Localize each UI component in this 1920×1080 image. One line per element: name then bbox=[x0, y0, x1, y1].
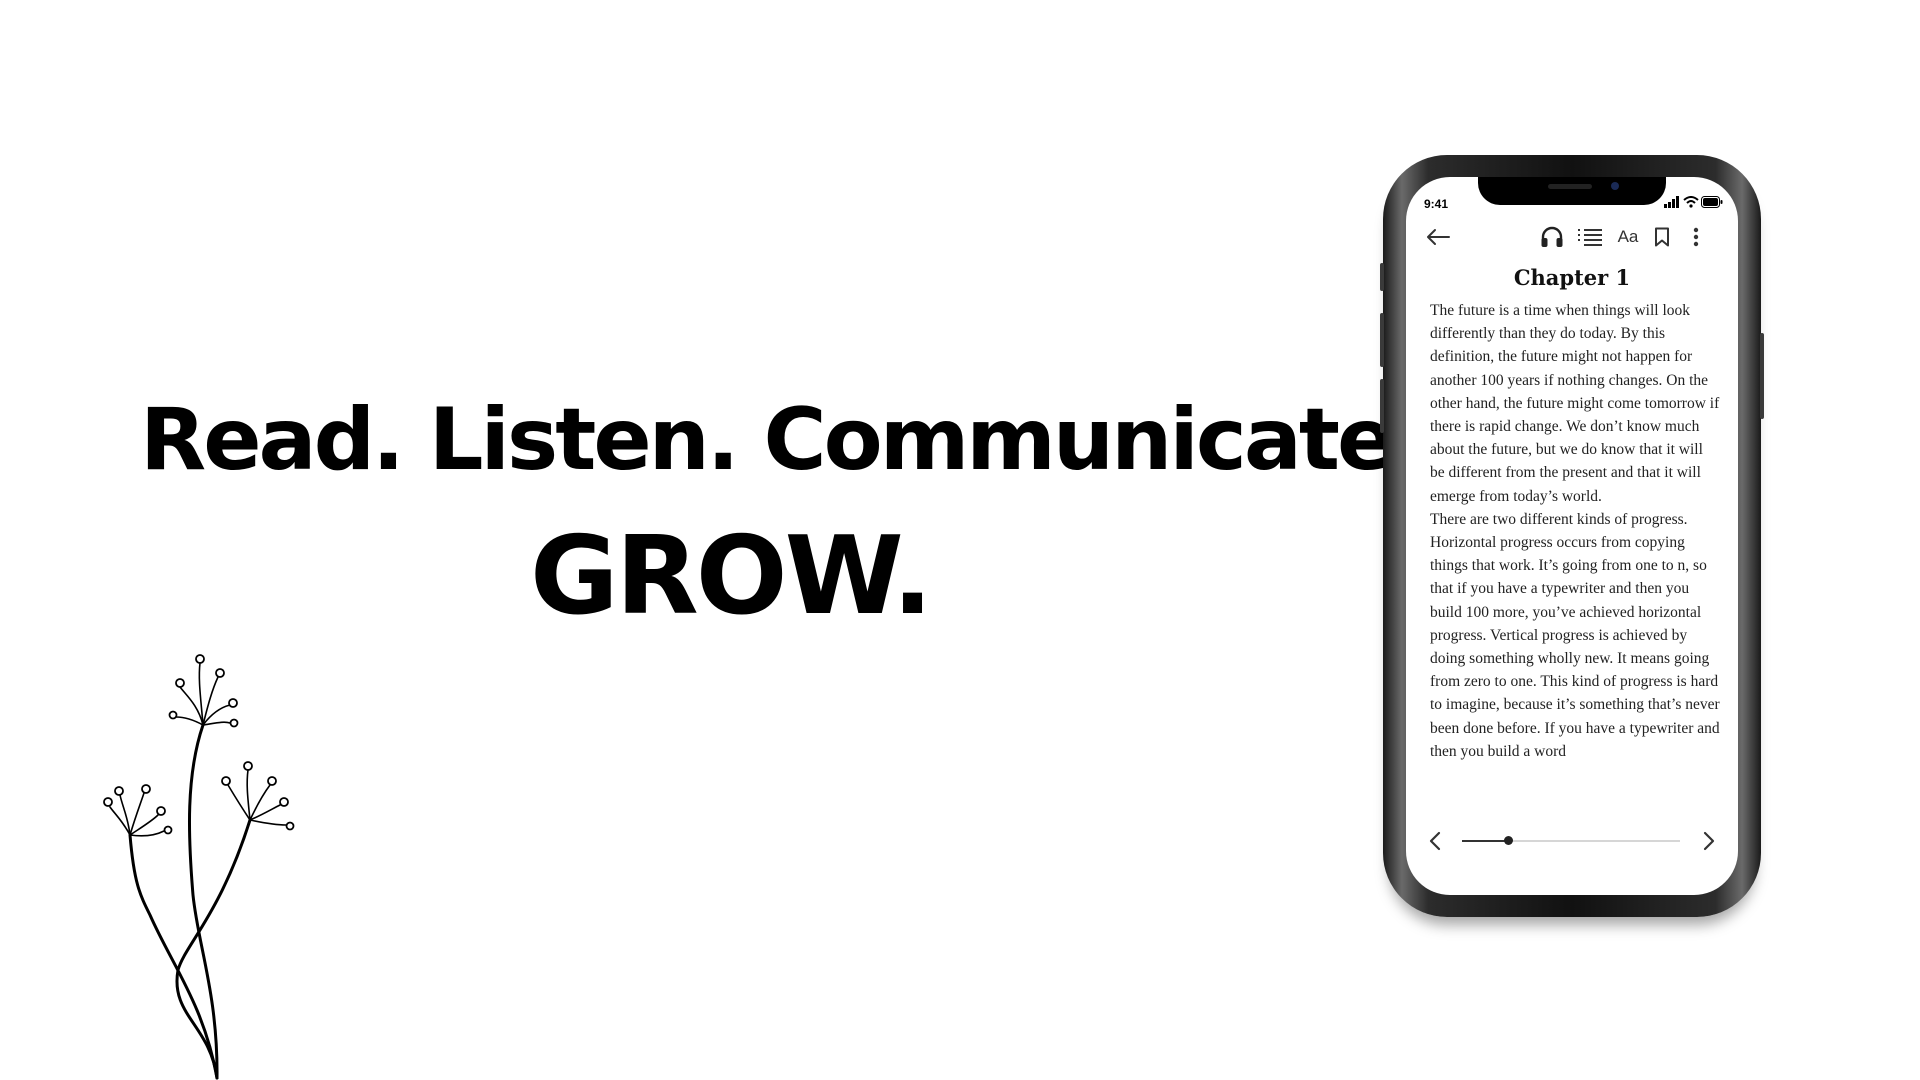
previous-page-button[interactable] bbox=[1424, 829, 1448, 853]
phone-volume-down bbox=[1380, 379, 1384, 433]
reader-paragraph: The future is a time when things will lo… bbox=[1430, 302, 1720, 505]
phone-volume-up bbox=[1380, 313, 1384, 367]
signal-icon bbox=[1664, 196, 1679, 208]
next-page-button[interactable] bbox=[1696, 829, 1720, 853]
reading-progress-slider[interactable] bbox=[1462, 836, 1680, 845]
status-icons bbox=[1664, 195, 1723, 209]
bookmark-button[interactable] bbox=[1650, 225, 1674, 249]
chevron-left-icon bbox=[1429, 831, 1441, 851]
chevron-right-icon bbox=[1703, 831, 1715, 851]
bookmark-icon bbox=[1655, 227, 1669, 247]
reader-paragraph: There are two different kinds of progres… bbox=[1430, 510, 1720, 760]
camera-icon bbox=[1611, 182, 1619, 190]
table-of-contents-button[interactable] bbox=[1576, 225, 1604, 249]
reading-progress-fill bbox=[1462, 840, 1508, 842]
phone-screen: 9:41 Aa Chapter 1 The future is a time w… bbox=[1406, 177, 1738, 895]
phone-mockup: 9:41 Aa Chapter 1 The future is a time w… bbox=[1380, 155, 1764, 917]
phone-silent-switch bbox=[1380, 263, 1384, 291]
speaker-grille bbox=[1548, 184, 1592, 189]
font-settings-button[interactable]: Aa bbox=[1614, 225, 1642, 249]
reading-progress-thumb[interactable] bbox=[1503, 836, 1513, 845]
status-time: 9:41 bbox=[1424, 197, 1449, 211]
more-options-button[interactable] bbox=[1684, 225, 1708, 249]
listen-button[interactable] bbox=[1538, 225, 1566, 249]
flower-illustration bbox=[103, 654, 295, 1080]
chapter-title: Chapter 1 bbox=[1513, 265, 1631, 290]
phone-notch bbox=[1478, 177, 1666, 205]
list-icon bbox=[1578, 229, 1602, 246]
reader-body-text: The future is a time when things will lo… bbox=[1430, 299, 1720, 827]
wifi-icon bbox=[1683, 196, 1699, 208]
page-navigation bbox=[1406, 823, 1738, 859]
back-button[interactable] bbox=[1424, 225, 1452, 249]
arrow-left-icon bbox=[1427, 229, 1450, 245]
battery-icon bbox=[1701, 196, 1723, 208]
phone-power-button bbox=[1760, 333, 1764, 419]
headline-emphasis: GROW. bbox=[530, 514, 933, 639]
headline-tagline: Read. Listen. Communicate. bbox=[140, 390, 1425, 490]
headphones-icon bbox=[1541, 226, 1563, 247]
more-vertical-icon bbox=[1693, 227, 1699, 247]
reader-toolbar: Aa bbox=[1406, 219, 1738, 255]
